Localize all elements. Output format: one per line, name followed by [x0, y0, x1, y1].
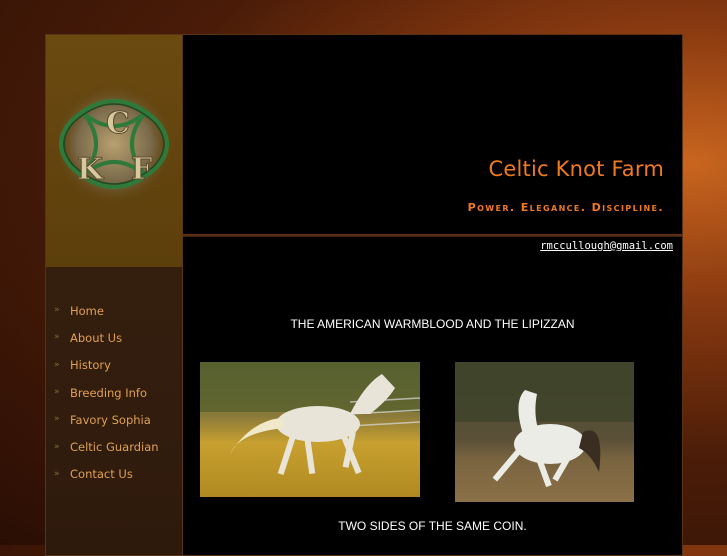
nav-item-home[interactable]: » Home	[46, 297, 182, 324]
email-link[interactable]: rmccullough@gmail.com	[540, 240, 673, 252]
logo-letter-c: C	[106, 106, 130, 141]
photos-caption: TWO SIDES OF THE SAME COIN.	[338, 519, 527, 533]
nav-item-label: About Us	[70, 330, 123, 345]
page-frame: C K F » Home » About Us » History » Bree…	[45, 34, 683, 556]
double-chevron-icon: »	[54, 305, 60, 316]
lipizzan-horse-photo	[455, 362, 634, 502]
nav-item-label: Contact Us	[70, 467, 133, 482]
warmblood-horse-photo	[200, 362, 420, 497]
site-title: Celtic Knot Farm	[488, 157, 664, 181]
nav-item-label: History	[70, 358, 111, 373]
nav-item-label: Breeding Info	[70, 385, 148, 400]
main-heading: THE AMERICAN WARMBLOOD AND THE LIPIZZAN	[290, 317, 575, 331]
double-chevron-icon: »	[54, 441, 60, 452]
nav-item-label: Favory Sophia	[70, 412, 151, 427]
nav-item-breeding-info[interactable]: » Breeding Info	[46, 379, 182, 406]
header-divider	[183, 234, 682, 237]
double-chevron-icon: »	[54, 332, 60, 343]
header-banner: Celtic Knot Farm Power. Elegance. Discip…	[183, 35, 682, 235]
sidebar-nav: » Home » About Us » History » Breeding I…	[46, 297, 182, 488]
double-chevron-icon: »	[54, 387, 60, 398]
logo-panel: C K F	[46, 35, 182, 267]
nav-item-about-us[interactable]: » About Us	[46, 324, 182, 351]
nav-item-contact-us[interactable]: » Contact Us	[46, 461, 182, 488]
logo-letter-f: F	[131, 152, 152, 187]
nav-item-history[interactable]: » History	[46, 352, 182, 379]
site-tagline: Power. Elegance. Discipline.	[467, 201, 664, 214]
sidebar: C K F » Home » About Us » History » Bree…	[46, 35, 183, 555]
nav-item-label: Home	[70, 303, 104, 318]
double-chevron-icon: »	[54, 468, 60, 479]
logo-letter-k: K	[77, 152, 104, 187]
nav-item-celtic-guardian[interactable]: » Celtic Guardian	[46, 433, 182, 460]
double-chevron-icon: »	[54, 414, 60, 425]
nav-item-favory-sophia[interactable]: » Favory Sophia	[46, 406, 182, 433]
nav-item-label: Celtic Guardian	[70, 440, 159, 455]
celtic-knot-logo: C K F	[51, 81, 177, 207]
double-chevron-icon: »	[54, 359, 60, 370]
